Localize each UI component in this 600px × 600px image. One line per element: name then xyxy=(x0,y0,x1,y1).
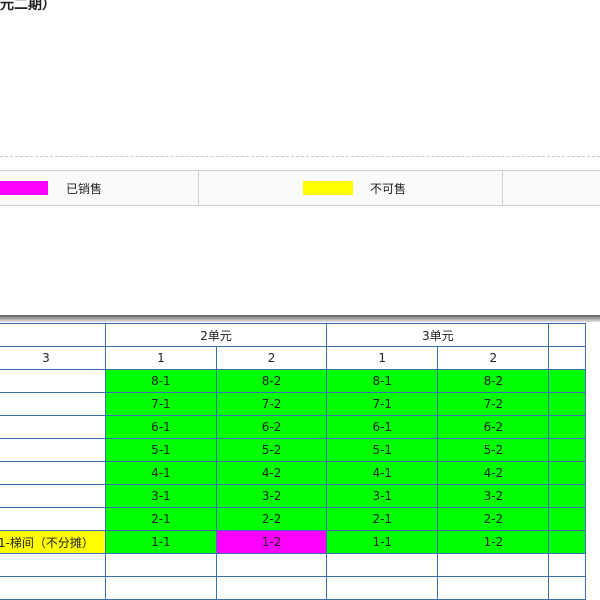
unit-cell[interactable] xyxy=(548,415,586,439)
unit-cell[interactable] xyxy=(548,530,586,554)
floor-label-cell xyxy=(0,369,106,393)
unit-header-2: 2单元 xyxy=(104,323,328,347)
unit-cell[interactable]: 8-1 xyxy=(326,369,439,393)
unit-cell[interactable]: 2-2 xyxy=(215,507,328,531)
unit-cell[interactable] xyxy=(548,461,586,485)
column-header-row: 3 1 2 1 2 xyxy=(0,346,586,370)
unit-cell[interactable]: 4-1 xyxy=(326,461,439,485)
panel-separator[interactable] xyxy=(0,315,600,322)
column-header: 2 xyxy=(437,346,550,370)
floor-label-cell xyxy=(0,392,106,416)
empty-cell xyxy=(326,576,439,600)
unit-header-3: 3单元 xyxy=(326,323,550,347)
unit-cell[interactable]: 6-1 xyxy=(326,415,439,439)
unit-cell[interactable]: 8-2 xyxy=(437,369,550,393)
unit-cell[interactable]: 5-1 xyxy=(326,438,439,462)
column-header: 3 xyxy=(0,346,106,370)
unit-cell[interactable]: 7-2 xyxy=(437,392,550,416)
table-row: 4-1 4-2 4-1 4-2 xyxy=(0,461,586,485)
empty-cell xyxy=(548,553,586,577)
unit-cell[interactable]: 1-1 xyxy=(326,530,439,554)
legend-label-unsellable: 不可售 xyxy=(370,182,407,196)
header-cell xyxy=(548,323,586,347)
unit-cell[interactable]: 4-1 xyxy=(104,461,217,485)
legend-item-unsellable: 不可售 xyxy=(199,171,503,205)
unit-cell[interactable]: 2-2 xyxy=(437,507,550,531)
unit-cell[interactable] xyxy=(548,369,586,393)
unit-cell[interactable]: 3-1 xyxy=(104,484,217,508)
table-row: 6-1 6-2 6-1 6-2 xyxy=(0,415,586,439)
unit-cell[interactable]: 7-1 xyxy=(326,392,439,416)
unit-cell[interactable]: 3-2 xyxy=(215,484,328,508)
sold-swatch xyxy=(0,181,48,195)
unit-cell[interactable]: 8-1 xyxy=(104,369,217,393)
table-row xyxy=(0,553,586,577)
unit-header-row: 2单元 3单元 xyxy=(0,323,586,347)
floor-label-cell xyxy=(0,507,106,531)
unit-cell[interactable]: 1-2 xyxy=(437,530,550,554)
unit-cell[interactable]: 3-1 xyxy=(326,484,439,508)
table-row: 7-1 7-2 7-1 7-2 xyxy=(0,392,586,416)
unit-cell[interactable]: 6-2 xyxy=(215,415,328,439)
unit-cell[interactable]: 1-1 xyxy=(104,530,217,554)
stairwell-cell[interactable]: 1-梯间（不分摊） xyxy=(0,530,106,554)
empty-cell xyxy=(437,576,550,600)
unit-cell[interactable]: 4-2 xyxy=(437,461,550,485)
unit-cell[interactable]: 8-2 xyxy=(215,369,328,393)
table-row xyxy=(0,576,586,600)
dashed-divider xyxy=(0,156,600,157)
unsellable-swatch xyxy=(303,181,353,195)
unit-cell[interactable]: 2-1 xyxy=(104,507,217,531)
column-header: 1 xyxy=(326,346,439,370)
unit-cell[interactable]: 4-2 xyxy=(215,461,328,485)
unit-cell[interactable]: 2-1 xyxy=(326,507,439,531)
unit-grid: 2单元 3单元 3 1 2 1 2 8-1 8-2 8-1 8-2 7-1 7-… xyxy=(0,323,586,600)
header-cell xyxy=(0,323,106,347)
unit-cell[interactable]: 5-1 xyxy=(104,438,217,462)
unit-cell[interactable] xyxy=(548,484,586,508)
page-title: 元二期） xyxy=(0,0,56,13)
unit-cell[interactable] xyxy=(548,438,586,462)
unit-cell[interactable]: 6-1 xyxy=(104,415,217,439)
table-row: 2-1 2-2 2-1 2-2 xyxy=(0,507,586,531)
floor-label-cell xyxy=(0,461,106,485)
empty-cell xyxy=(437,553,550,577)
empty-cell xyxy=(215,553,328,577)
unit-cell[interactable]: 6-2 xyxy=(437,415,550,439)
empty-cell xyxy=(104,576,217,600)
column-header: 2 xyxy=(215,346,328,370)
column-header xyxy=(548,346,586,370)
unit-cell[interactable] xyxy=(548,507,586,531)
empty-cell xyxy=(0,553,106,577)
unit-cell[interactable]: 3-2 xyxy=(437,484,550,508)
floor-label-cell xyxy=(0,415,106,439)
column-header: 1 xyxy=(104,346,217,370)
legend-item-sold: 已销售 xyxy=(0,171,199,205)
table-row: 3-1 3-2 3-1 3-2 xyxy=(0,484,586,508)
unit-cell[interactable]: 7-1 xyxy=(104,392,217,416)
unit-cell[interactable]: 5-2 xyxy=(215,438,328,462)
floor-label-cell xyxy=(0,484,106,508)
legend-label-sold: 已销售 xyxy=(66,182,103,196)
table-row: 1-梯间（不分摊） 1-1 1-2 1-1 1-2 xyxy=(0,530,586,554)
empty-cell xyxy=(215,576,328,600)
unit-cell[interactable] xyxy=(548,392,586,416)
legend-bar: 已销售 不可售 xyxy=(0,170,600,206)
empty-cell xyxy=(0,576,106,600)
empty-cell xyxy=(548,576,586,600)
unit-cell[interactable]: 7-2 xyxy=(215,392,328,416)
table-row: 8-1 8-2 8-1 8-2 xyxy=(0,369,586,393)
unit-cell[interactable]: 5-2 xyxy=(437,438,550,462)
table-row: 5-1 5-2 5-1 5-2 xyxy=(0,438,586,462)
floor-label-cell xyxy=(0,438,106,462)
empty-cell xyxy=(104,553,217,577)
empty-cell xyxy=(326,553,439,577)
sold-unit-cell[interactable]: 1-2 xyxy=(215,530,328,554)
